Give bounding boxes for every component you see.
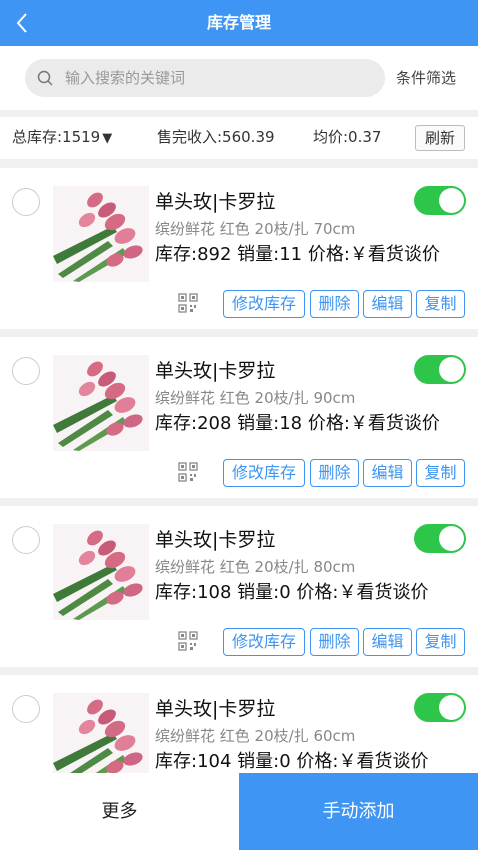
edit-stock-button[interactable]: 修改库存	[223, 628, 305, 656]
income-label: 售完收入:560.39	[157, 128, 275, 146]
search-input[interactable]: 输入搜索的关键词	[25, 59, 385, 97]
product-stats: 库存:104 销量:0 价格:￥看货谈价	[155, 751, 429, 772]
select-radio[interactable]	[12, 188, 40, 216]
toggle-knob	[439, 695, 464, 720]
toggle-knob	[439, 357, 464, 382]
product-name: 单头玫|卡罗拉	[155, 529, 276, 551]
manual-add-button[interactable]: 手动添加	[239, 773, 478, 850]
select-radio[interactable]	[12, 695, 40, 723]
product-attrs: 缤纷鲜花 红色 20枝/扎 80cm	[155, 558, 356, 576]
rose-image	[53, 524, 149, 620]
delete-button[interactable]: 删除	[310, 290, 359, 318]
product-stats: 库存:108 销量:0 价格:￥看货谈价	[155, 582, 429, 603]
product-attrs: 缤纷鲜花 红色 20枝/扎 60cm	[155, 727, 356, 745]
edit-button[interactable]: 编辑	[363, 459, 412, 487]
more-button[interactable]: 更多	[0, 773, 239, 850]
edit-stock-button[interactable]: 修改库存	[223, 459, 305, 487]
list-item: 单头玫|卡罗拉 缤纷鲜花 红色 20枝/扎 90cm 库存:208 销量:18 …	[0, 337, 478, 498]
enable-toggle[interactable]	[414, 524, 466, 553]
toggle-knob	[439, 188, 464, 213]
app-header: 库存管理	[0, 0, 478, 46]
search-bar: 输入搜索的关键词 条件筛选	[0, 46, 478, 110]
enable-toggle[interactable]	[414, 186, 466, 215]
qr-code-icon[interactable]	[178, 462, 198, 482]
list-item: 单头玫|卡罗拉 缤纷鲜花 红色 20枝/扎 80cm 库存:108 销量:0 价…	[0, 506, 478, 667]
product-name: 单头玫|卡罗拉	[155, 698, 276, 720]
edit-stock-button[interactable]: 修改库存	[223, 290, 305, 318]
rose-image	[53, 186, 149, 282]
qr-code-icon[interactable]	[178, 631, 198, 651]
edit-button[interactable]: 编辑	[363, 290, 412, 318]
refresh-button[interactable]: 刷新	[415, 125, 465, 151]
page-title: 库存管理	[206, 13, 271, 32]
product-stats: 库存:208 销量:18 价格:￥看货谈价	[155, 413, 440, 434]
product-stats: 库存:892 销量:11 价格:￥看货谈价	[155, 244, 440, 265]
delete-button[interactable]: 删除	[310, 628, 359, 656]
total-stock-label: 总库存:1519	[12, 128, 101, 146]
enable-toggle[interactable]	[414, 355, 466, 384]
product-attrs: 缤纷鲜花 红色 20枝/扎 90cm	[155, 389, 356, 407]
filter-button[interactable]: 条件筛选	[396, 59, 456, 97]
select-radio[interactable]	[12, 357, 40, 385]
search-placeholder: 输入搜索的关键词	[65, 69, 186, 87]
copy-button[interactable]: 复制	[416, 459, 465, 487]
avg-price-label: 均价:0.37	[313, 128, 382, 146]
stock-summary: 总库存:1519 ▼ 售完收入:560.39 均价:0.37 刷新	[0, 117, 478, 159]
list-item: 单头玫|卡罗拉 缤纷鲜花 红色 20枝/扎 70cm 库存:892 销量:11 …	[0, 168, 478, 329]
rose-image	[53, 355, 149, 451]
search-icon	[37, 70, 53, 86]
delete-button[interactable]: 删除	[310, 459, 359, 487]
product-attrs: 缤纷鲜花 红色 20枝/扎 70cm	[155, 220, 356, 238]
caret-down-icon: ▼	[102, 131, 113, 146]
edit-button[interactable]: 编辑	[363, 628, 412, 656]
qr-code-icon[interactable]	[178, 293, 198, 313]
toggle-knob	[439, 526, 464, 551]
product-name: 单头玫|卡罗拉	[155, 191, 276, 213]
copy-button[interactable]: 复制	[416, 290, 465, 318]
total-stock-dropdown[interactable]: 总库存:1519 ▼	[12, 117, 112, 159]
product-name: 单头玫|卡罗拉	[155, 360, 276, 382]
enable-toggle[interactable]	[414, 693, 466, 722]
copy-button[interactable]: 复制	[416, 628, 465, 656]
select-radio[interactable]	[12, 526, 40, 554]
bottom-bar: 更多 手动添加	[0, 773, 478, 850]
